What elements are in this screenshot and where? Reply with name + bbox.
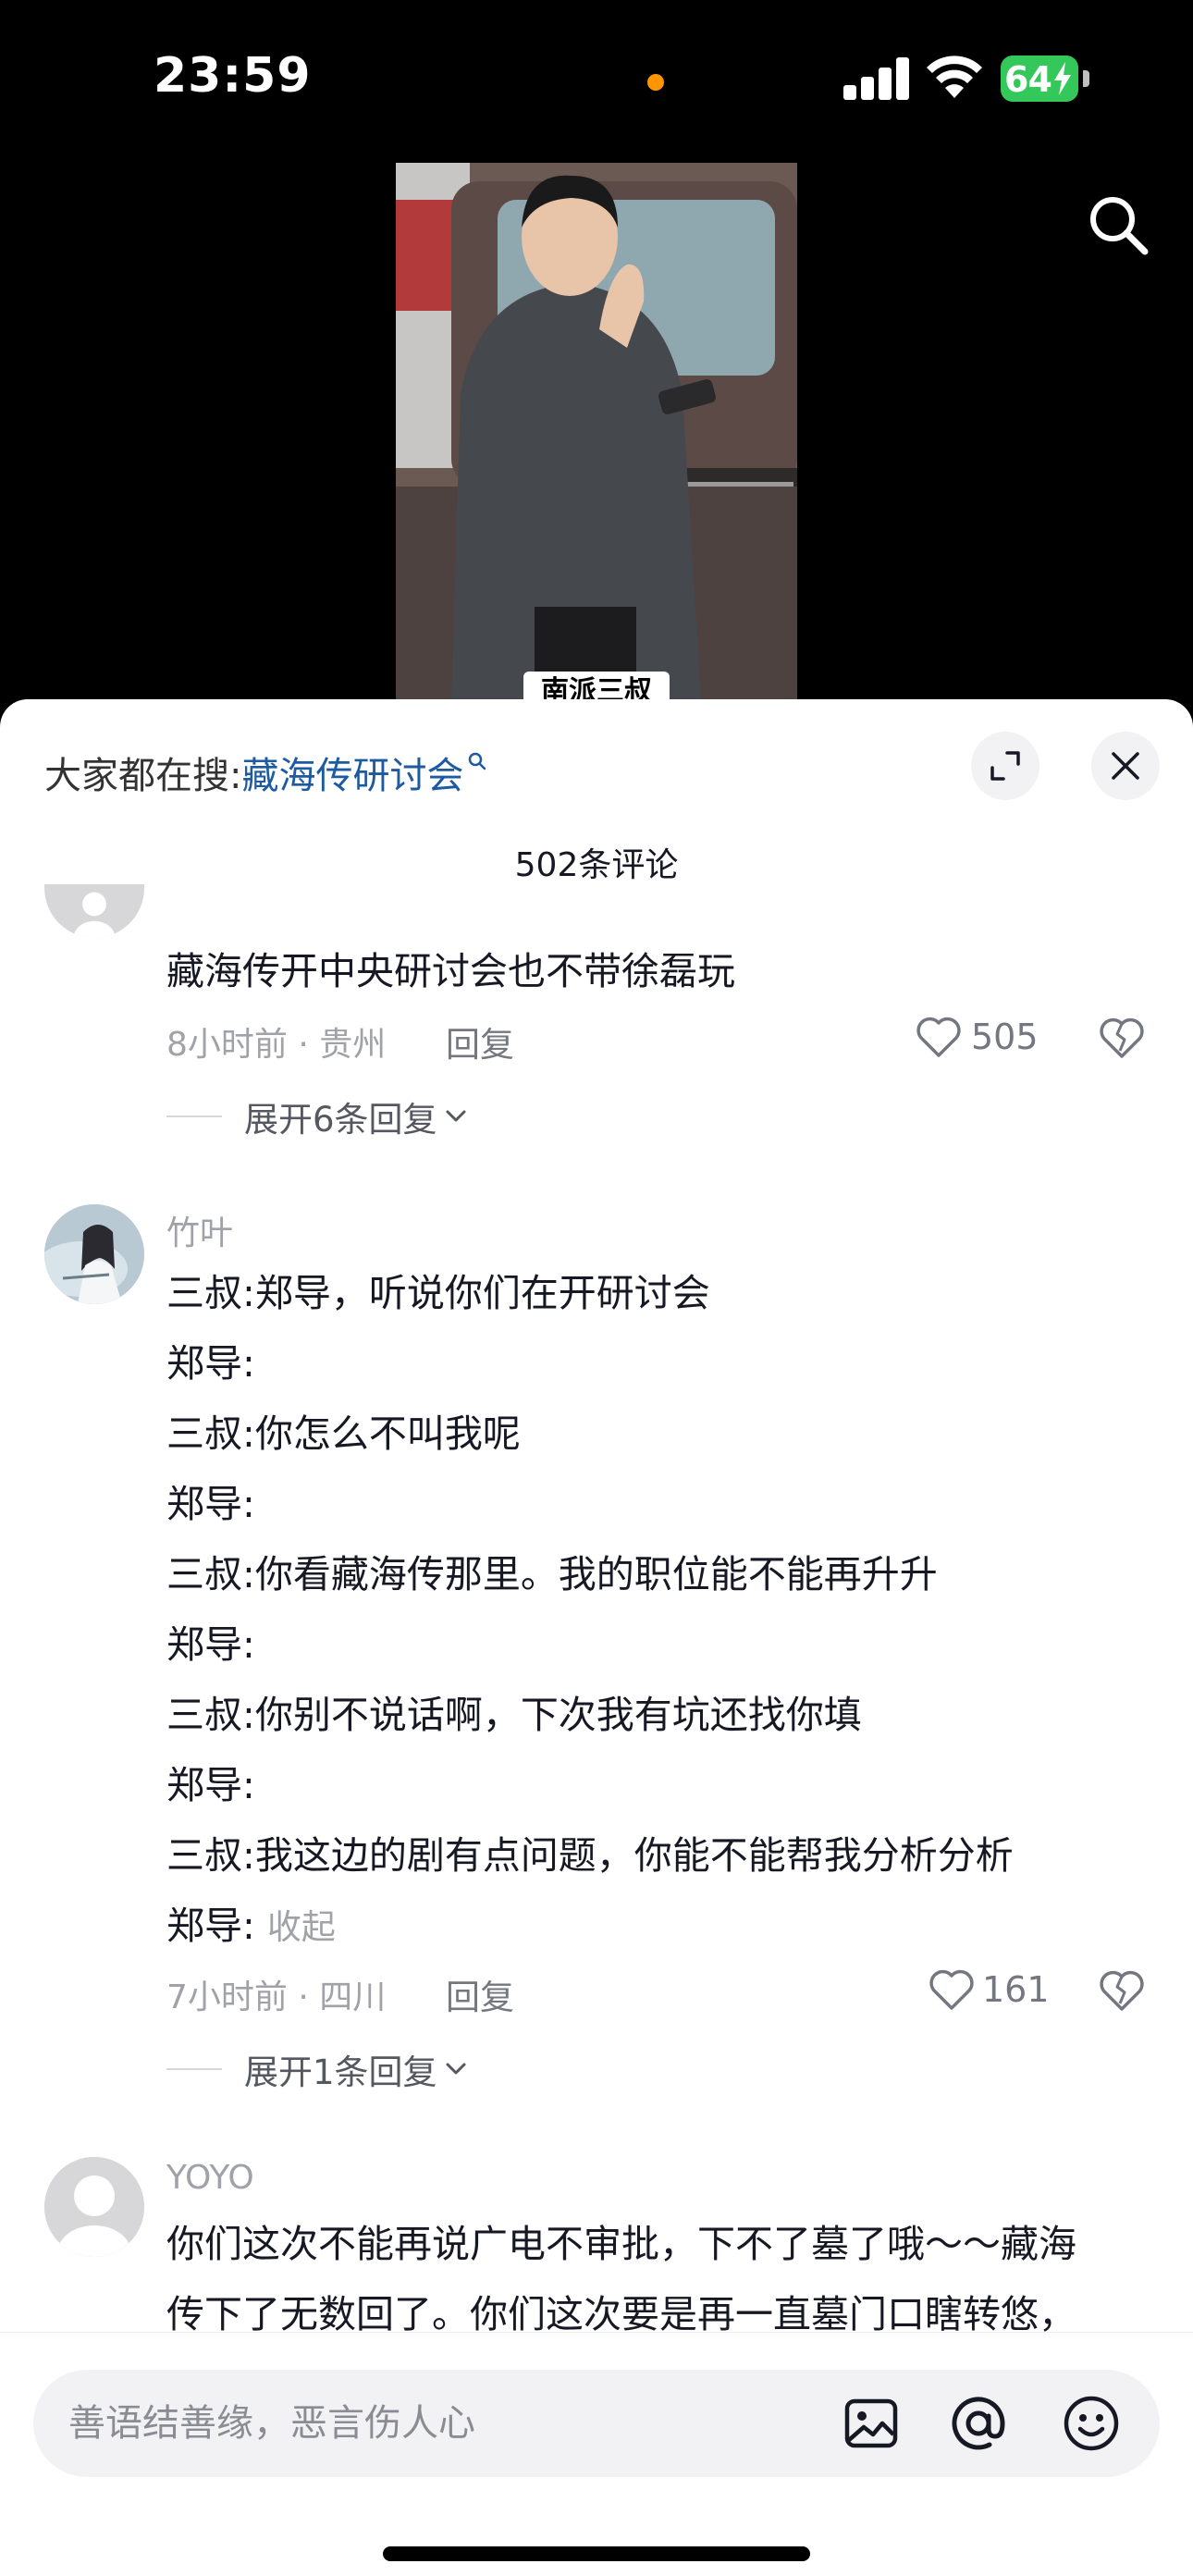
comment-count: 502条评论 bbox=[514, 846, 679, 884]
heart-icon[interactable] bbox=[916, 1016, 962, 1058]
comment-line: 三叔:你怎么不叫我呢 bbox=[166, 1411, 521, 1456]
comment-line: 郑导: bbox=[166, 1341, 255, 1386]
image-icon[interactable] bbox=[842, 2394, 901, 2453]
comment-line: 你们这次不能再说广电不审批，下不了墓了哦～～藏海 bbox=[166, 2222, 1076, 2266]
heart-icon[interactable] bbox=[929, 1968, 975, 2011]
divider bbox=[166, 2068, 222, 2070]
search-suggestion-prefix: 大家都在搜: bbox=[44, 755, 242, 797]
battery-icon: 64 bbox=[1001, 55, 1089, 102]
avatar[interactable] bbox=[44, 1204, 144, 1304]
comment-input[interactable] bbox=[68, 2370, 827, 2477]
comment-username[interactable]: YOYO bbox=[166, 2159, 254, 2197]
comment-username[interactable]: 竹叶 bbox=[166, 1206, 233, 1254]
expand-replies-button[interactable]: 展开1条回复 bbox=[166, 2044, 467, 2094]
emoji-icon[interactable] bbox=[1062, 2394, 1121, 2453]
search-icon bbox=[469, 752, 486, 770]
like-count: 161 bbox=[982, 1969, 1050, 2010]
status-bar: 23:59 64 bbox=[0, 0, 1193, 148]
avatar[interactable] bbox=[44, 2157, 144, 2257]
video-player[interactable] bbox=[396, 163, 797, 703]
comment-line: 郑导: bbox=[166, 1904, 255, 1948]
close-button[interactable] bbox=[1091, 732, 1160, 800]
comment-time-location: 7小时前 · 四川 bbox=[166, 1978, 387, 2016]
comment-line: 三叔:你别不说话啊，下次我有坑还找你填 bbox=[166, 1693, 862, 1737]
video-thumbnail bbox=[396, 163, 797, 703]
reply-button[interactable]: 回复 bbox=[446, 1017, 514, 1066]
battery-level: 64 bbox=[1004, 59, 1052, 100]
at-mention-icon[interactable] bbox=[949, 2394, 1008, 2453]
chevron-down-icon bbox=[446, 1110, 466, 1122]
search-suggestion-keyword[interactable]: 藏海传研讨会 bbox=[241, 755, 463, 797]
search-suggestion[interactable]: 大家都在搜:藏海传研讨会 bbox=[44, 746, 487, 799]
status-time: 23:59 bbox=[154, 48, 312, 104]
wifi-icon bbox=[927, 55, 982, 98]
like-count: 505 bbox=[971, 1017, 1039, 1057]
comment-line: 藏海传开中央研讨会也不带徐磊玩 bbox=[166, 949, 735, 993]
comment-text: 藏海传开中央研讨会也不带徐磊玩 bbox=[166, 936, 1147, 1006]
cellular-signal-icon bbox=[843, 57, 910, 100]
chevron-down-icon bbox=[446, 2063, 466, 2075]
collapse-link[interactable]: 收起 bbox=[267, 1907, 336, 1947]
avatar[interactable] bbox=[44, 884, 144, 938]
comment-line: 三叔:郑导，听说你们在开研讨会 bbox=[166, 1271, 710, 1315]
expand-replies-label: 展开6条回复 bbox=[244, 1100, 437, 1140]
comment-input-bar bbox=[0, 2332, 1193, 2576]
comment-line: 郑导: bbox=[166, 1622, 255, 1667]
comment-line: 三叔:你看藏海传那里。我的职位能不能再升升 bbox=[166, 1552, 938, 1596]
home-indicator[interactable] bbox=[383, 2546, 810, 2561]
comment-text: 三叔:郑导，听说你们在开研讨会 郑导: 三叔:你怎么不叫我呢 郑导: 三叔:你看… bbox=[166, 1258, 1147, 1963]
search-icon[interactable] bbox=[1086, 192, 1150, 257]
divider bbox=[166, 1115, 222, 1117]
expand-icon bbox=[990, 751, 1020, 781]
recording-indicator-dot bbox=[647, 74, 664, 91]
close-icon bbox=[1112, 752, 1139, 780]
comment-text: 你们这次不能再说广电不审批，下不了墓了哦～～藏海 传下了无数回了。你们这次要是再… bbox=[166, 2209, 1147, 2349]
expand-replies-button[interactable]: 展开6条回复 bbox=[166, 1091, 467, 1141]
expand-button[interactable] bbox=[971, 732, 1039, 800]
comment-line: 郑导: bbox=[166, 1482, 255, 1526]
comment-sheet: 大家都在搜:藏海传研讨会 502条评论 藏海传开中央研讨会也不带徐磊玩 8小时前… bbox=[0, 699, 1193, 2576]
reply-button[interactable]: 回复 bbox=[446, 1969, 514, 2019]
comment-input-container[interactable] bbox=[33, 2370, 1160, 2477]
broken-heart-icon[interactable] bbox=[1099, 1968, 1145, 2013]
broken-heart-icon[interactable] bbox=[1099, 1016, 1145, 1060]
comment-time-location: 8小时前 · 贵州 bbox=[166, 1026, 387, 1064]
expand-replies-label: 展开1条回复 bbox=[244, 2052, 437, 2092]
comment-line: 三叔:我这边的剧有点问题，你能不能帮我分析分析 bbox=[166, 1833, 1014, 1878]
charging-bolt-icon bbox=[1054, 62, 1071, 95]
comment-line: 郑导: bbox=[166, 1763, 255, 1807]
